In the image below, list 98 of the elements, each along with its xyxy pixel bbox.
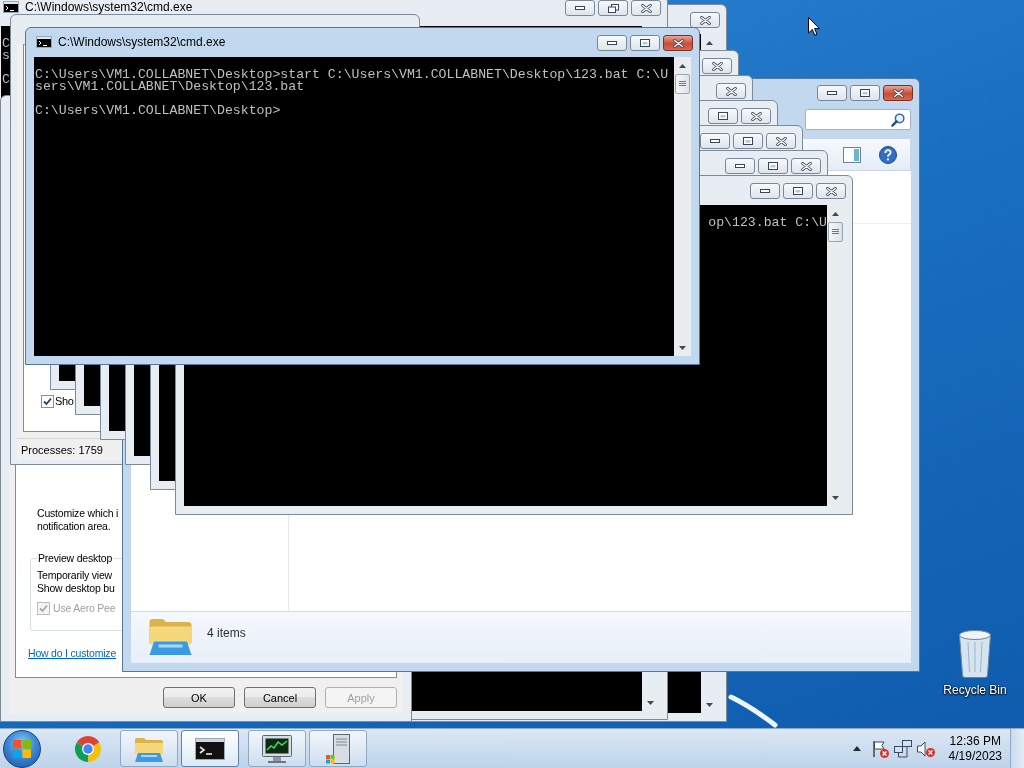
status-text: Processes: 1759 — [21, 443, 103, 456]
close-button[interactable] — [716, 83, 746, 99]
checkbox-label[interactable]: Sho — [55, 395, 74, 408]
folder-icon — [134, 735, 164, 762]
scrollbar[interactable] — [674, 57, 691, 356]
group-title: Preview desktop — [37, 552, 114, 565]
search-icon — [891, 112, 905, 127]
close-icon — [699, 15, 711, 25]
scroll-up-icon[interactable] — [706, 40, 713, 45]
maximize-icon — [718, 112, 728, 120]
flag-icon[interactable] — [870, 739, 889, 758]
preview-pane-icon[interactable] — [843, 146, 861, 163]
item-count: 4 items — [207, 626, 246, 640]
console-icon — [36, 36, 52, 48]
help-link[interactable]: How do I customize — [28, 647, 117, 660]
close-icon — [640, 3, 652, 13]
monitor-icon — [262, 734, 292, 763]
maximize-button[interactable] — [630, 35, 660, 51]
taskbar-button[interactable] — [181, 730, 239, 767]
maximize-button[interactable] — [733, 133, 763, 149]
clock-date[interactable]: 4/19/2023 — [948, 748, 1002, 764]
taskbar-button[interactable] — [248, 730, 306, 767]
minimize-button[interactable] — [817, 85, 847, 101]
restore-button[interactable] — [598, 0, 628, 16]
notification-description: Customize which i notification area. — [37, 507, 120, 533]
minimize-icon — [710, 139, 720, 143]
scroll-down-icon[interactable] — [832, 495, 839, 500]
scroll-up-icon[interactable] — [679, 63, 686, 68]
maximize-button[interactable] — [783, 183, 813, 199]
minimize-button[interactable] — [725, 158, 755, 174]
maximize-icon — [743, 137, 753, 145]
minimize-button[interactable] — [565, 0, 595, 16]
caret-up-icon[interactable] — [852, 746, 861, 751]
help-icon[interactable] — [879, 145, 897, 164]
scroll-down-icon[interactable] — [706, 702, 713, 707]
windows-logo-icon — [13, 739, 31, 758]
folder-icon — [148, 616, 193, 655]
close-button[interactable] — [663, 35, 693, 51]
close-button[interactable] — [816, 183, 846, 199]
minimize-icon — [735, 164, 745, 168]
window-title: C:\Windows\system32\cmd.exe — [58, 35, 226, 49]
close-icon — [750, 111, 762, 121]
scroll-down-icon[interactable] — [647, 700, 654, 705]
minimize-icon — [575, 6, 585, 10]
close-icon — [711, 61, 723, 71]
close-button[interactable] — [631, 0, 661, 16]
maximize-button[interactable] — [758, 158, 788, 174]
console-line: s — [2, 50, 10, 62]
console-line: sers\VM1.COLLABNET\Desktop\123.bat — [35, 81, 305, 93]
restore-icon — [607, 3, 619, 13]
mouse-pointer-icon — [808, 17, 820, 36]
checkbox[interactable] — [41, 395, 54, 408]
close-button[interactable] — [883, 85, 913, 101]
maximize-icon — [640, 39, 650, 47]
console-line: C:\Users\VM1.COLLABNET\Desktop>start C:\Users\VM1.COLLABNET\Desktop\123.bat C:\U — [35, 69, 669, 81]
desktop-icon-label[interactable]: Recycle Bin — [943, 683, 1007, 697]
minimize-button[interactable] — [700, 133, 730, 149]
dialog-button[interactable]: Cancel — [244, 687, 316, 708]
network-icon[interactable] — [893, 739, 912, 758]
scroll-thumb[interactable] — [828, 222, 843, 242]
start-button[interactable] — [3, 729, 41, 768]
maximize-icon — [768, 162, 778, 170]
console-line: C — [2, 74, 10, 86]
close-icon — [775, 136, 787, 146]
minimize-icon — [760, 189, 770, 193]
minimize-icon — [607, 41, 617, 45]
clock-time[interactable]: 12:36 PM — [949, 733, 1001, 749]
close-button[interactable] — [690, 12, 720, 28]
scroll-thumb[interactable] — [675, 74, 690, 94]
close-icon — [725, 86, 737, 96]
minimize-icon — [827, 91, 837, 95]
close-button[interactable] — [766, 133, 796, 149]
minimize-button[interactable] — [750, 183, 780, 199]
terminal-icon — [195, 737, 225, 760]
console-line: C:\Users\VM1.COLLABNET\Desktop> — [35, 105, 281, 117]
browser-icon — [74, 734, 102, 763]
maximize-icon — [793, 187, 803, 195]
console-line: C — [2, 38, 10, 50]
group-description: Temporarily view Show desktop bu — [37, 569, 116, 595]
close-icon — [672, 38, 684, 48]
close-button[interactable] — [791, 158, 821, 174]
scroll-down-icon[interactable] — [679, 345, 686, 350]
speaker-muted-icon[interactable] — [916, 740, 935, 757]
close-icon — [892, 88, 904, 98]
maximize-icon — [860, 89, 870, 97]
console-line: op\123.bat C:\U — [708, 217, 827, 229]
maximize-button[interactable] — [850, 85, 880, 101]
window-title: C:\Windows\system32\cmd.exe — [25, 0, 193, 14]
close-icon — [800, 161, 812, 171]
scroll-up-icon[interactable] — [832, 211, 839, 216]
search-field[interactable] — [805, 109, 911, 130]
dialog-button[interactable]: OK — [163, 687, 235, 708]
minimize-button[interactable] — [597, 35, 627, 51]
close-icon — [825, 186, 837, 196]
close-button[interactable] — [741, 108, 771, 124]
close-button[interactable] — [702, 58, 732, 74]
server-icon — [326, 733, 350, 764]
maximize-button[interactable] — [708, 108, 738, 124]
